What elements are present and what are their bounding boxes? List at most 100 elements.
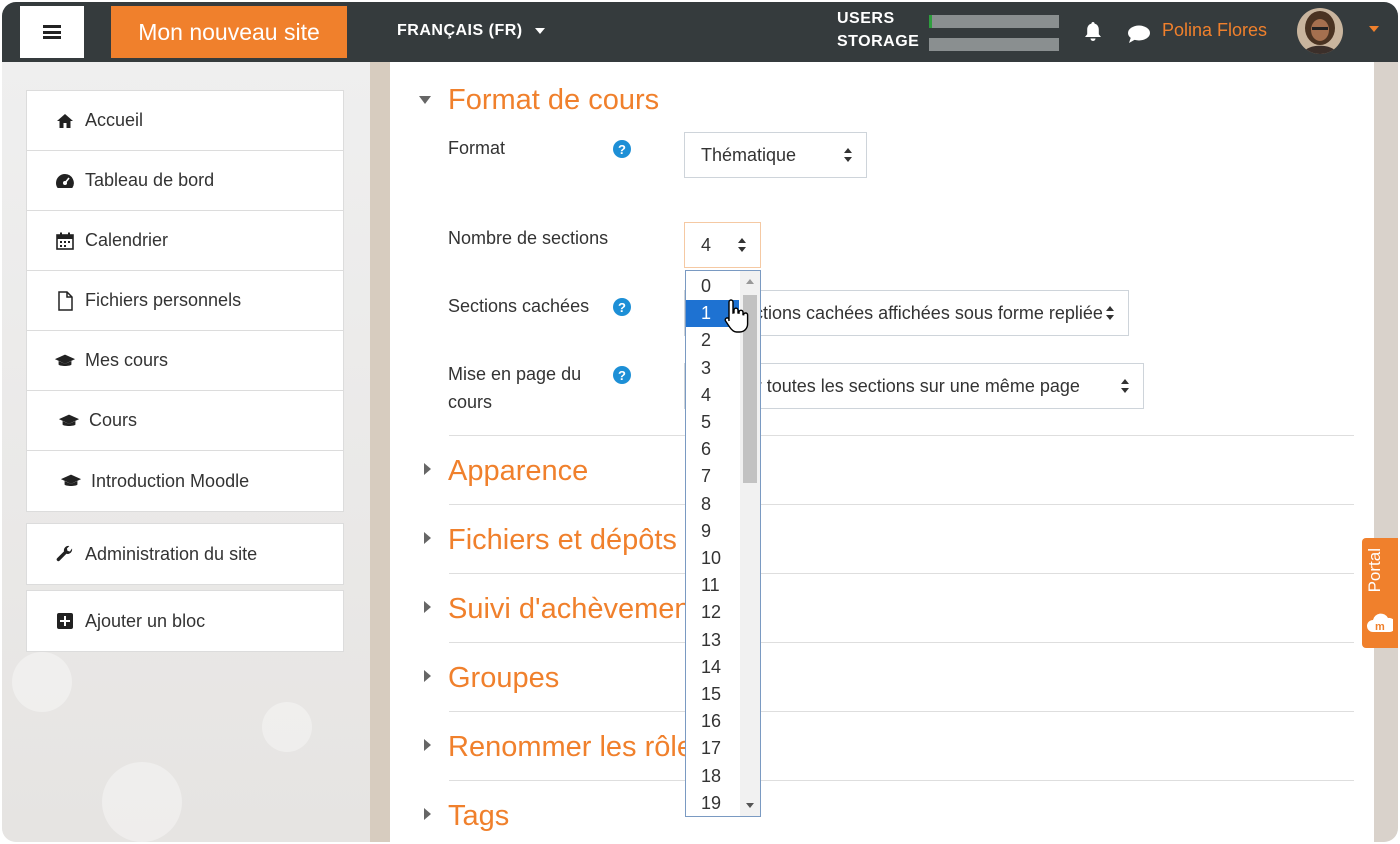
section-toggle-format[interactable] [419, 96, 431, 104]
dropdown-option[interactable]: 15 [686, 681, 739, 708]
drawer-toggle-button[interactable] [20, 6, 84, 58]
scroll-down-arrow-icon[interactable] [746, 803, 754, 808]
graduation-cap-icon [60, 473, 82, 489]
language-menu[interactable]: FRANÇAIS (FR) [397, 22, 545, 40]
sections-count-dropdown-list[interactable]: 0 1 2 3 4 5 6 7 8 9 10 11 12 13 14 15 16 17 18 19 [685, 270, 761, 817]
format-select-value: Thématique [701, 144, 797, 165]
add-block-block: Ajouter un bloc [26, 590, 344, 652]
browser-frame: Mon nouveau site FRANÇAIS (FR) USERS STO… [2, 2, 1398, 842]
select-arrows-icon [844, 148, 852, 162]
divider [449, 642, 1354, 643]
site-name-link[interactable]: Mon nouveau site [111, 6, 347, 58]
dropdown-option[interactable]: 5 [686, 409, 739, 436]
section-toggle-groupes[interactable] [424, 670, 431, 682]
quota-users-fill [929, 15, 932, 28]
svg-text:m: m [1375, 621, 1385, 633]
dropdown-option[interactable]: 18 [686, 763, 739, 790]
sidebar-item-fichiers-personnels[interactable]: Fichiers personnels [27, 271, 343, 331]
language-label: FRANÇAIS (FR) [397, 22, 523, 39]
section-title-format[interactable]: Format de cours [448, 84, 659, 117]
section-title-groupes[interactable]: Groupes [448, 662, 559, 695]
help-icon[interactable]: ? [613, 298, 631, 316]
quota-users-bar [929, 15, 1059, 28]
moodle-cloud-icon: m [1367, 613, 1393, 633]
plus-square-icon [54, 612, 76, 630]
sidebar-item-administration[interactable]: Administration du site [27, 524, 343, 584]
section-title-suivi[interactable]: Suivi d'achèvement [448, 593, 699, 626]
portal-label: Portal [1365, 548, 1384, 593]
navigation-block: Accueil Tableau de bord Calendrier Fichi… [26, 90, 344, 512]
dropdown-option[interactable]: 10 [686, 545, 739, 572]
section-title-roles[interactable]: Renommer les rôles [448, 731, 707, 764]
user-menu-caret-icon[interactable] [1369, 26, 1379, 32]
sidebar-item-label: Mes cours [85, 350, 169, 370]
caret-down-icon [534, 28, 545, 34]
dropdown-option[interactable]: 6 [686, 436, 739, 463]
graduation-cap-icon [58, 413, 80, 429]
sections-count-label: Nombre de sections [448, 228, 609, 248]
sidebar-item-cours[interactable]: Cours [27, 391, 343, 451]
hidden-sections-label: Sections cachées [448, 296, 590, 316]
sidebar-item-label: Tableau de bord [85, 170, 215, 190]
add-block-button[interactable]: Ajouter un bloc [27, 591, 343, 651]
sidebar-item-label: Accueil [85, 110, 144, 130]
section-toggle-suivi[interactable] [424, 601, 431, 613]
quota-storage-bar [929, 38, 1059, 51]
user-avatar[interactable] [1297, 8, 1343, 54]
user-name[interactable]: Polina Flores [1162, 20, 1267, 41]
dropdown-option[interactable]: 12 [686, 599, 739, 626]
dropdown-option[interactable]: 17 [686, 735, 739, 762]
dropdown-option[interactable]: 19 [686, 790, 739, 816]
sidebar-item-label: Administration du site [85, 543, 258, 564]
sidebar-item-mes-cours[interactable]: Mes cours [27, 331, 343, 391]
dropdown-option[interactable]: 4 [686, 382, 739, 409]
dropdown-option[interactable]: 0 [686, 273, 739, 300]
section-toggle-tags[interactable] [424, 808, 431, 820]
format-label: Format [448, 138, 506, 158]
section-toggle-roles[interactable] [424, 739, 431, 751]
format-select[interactable]: Thématique [684, 132, 867, 178]
home-icon [54, 113, 76, 129]
expand-caret-icon [424, 808, 431, 820]
messages-chat-icon[interactable] [1127, 24, 1151, 49]
sections-count-select[interactable]: 4 [684, 222, 761, 268]
dropdown-option[interactable]: 7 [686, 463, 739, 490]
select-arrows-icon [1106, 306, 1114, 320]
section-title-apparence[interactable]: Apparence [448, 455, 588, 488]
sidebar-item-label: Ajouter un bloc [85, 610, 206, 631]
dropdown-option[interactable]: 14 [686, 654, 739, 681]
graduation-cap-icon [54, 353, 76, 369]
dropdown-option[interactable]: 13 [686, 627, 739, 654]
divider [449, 573, 1354, 574]
section-title-tags[interactable]: Tags [448, 800, 509, 833]
section-title-fichiers[interactable]: Fichiers et dépôts [448, 524, 677, 557]
help-icon[interactable]: ? [613, 366, 631, 384]
top-navbar: Mon nouveau site FRANÇAIS (FR) USERS STO… [2, 2, 1398, 62]
quota-users-label: USERS [837, 10, 895, 27]
sidebar-item-calendrier[interactable]: Calendrier [27, 211, 343, 271]
section-toggle-fichiers[interactable] [424, 532, 431, 544]
dropdown-option[interactable]: 8 [686, 491, 739, 518]
expand-caret-icon [424, 532, 431, 544]
select-arrows-icon [738, 238, 746, 252]
dropdown-option[interactable]: 9 [686, 518, 739, 545]
sidebar-item-introduction-moodle[interactable]: Introduction Moodle [27, 451, 343, 511]
dropdown-option[interactable]: 16 [686, 708, 739, 735]
collapse-caret-icon [419, 96, 431, 104]
divider [449, 711, 1354, 712]
calendar-icon [54, 232, 76, 250]
admin-block: Administration du site [26, 523, 344, 585]
notifications-bell-icon[interactable] [1083, 21, 1103, 48]
dropdown-scrollbar[interactable] [740, 271, 760, 816]
help-icon[interactable]: ? [613, 140, 631, 158]
dropdown-option[interactable]: 3 [686, 355, 739, 382]
divider [449, 504, 1354, 505]
file-icon [54, 290, 76, 311]
dropdown-option[interactable]: 11 [686, 572, 739, 599]
section-toggle-apparence[interactable] [424, 463, 431, 475]
scroll-up-arrow-icon[interactable] [746, 279, 754, 284]
portal-side-tab[interactable]: Portal m [1362, 538, 1398, 648]
sidebar-item-accueil[interactable]: Accueil [27, 91, 343, 151]
sidebar-item-tableau-de-bord[interactable]: Tableau de bord [27, 151, 343, 211]
divider [449, 780, 1354, 781]
